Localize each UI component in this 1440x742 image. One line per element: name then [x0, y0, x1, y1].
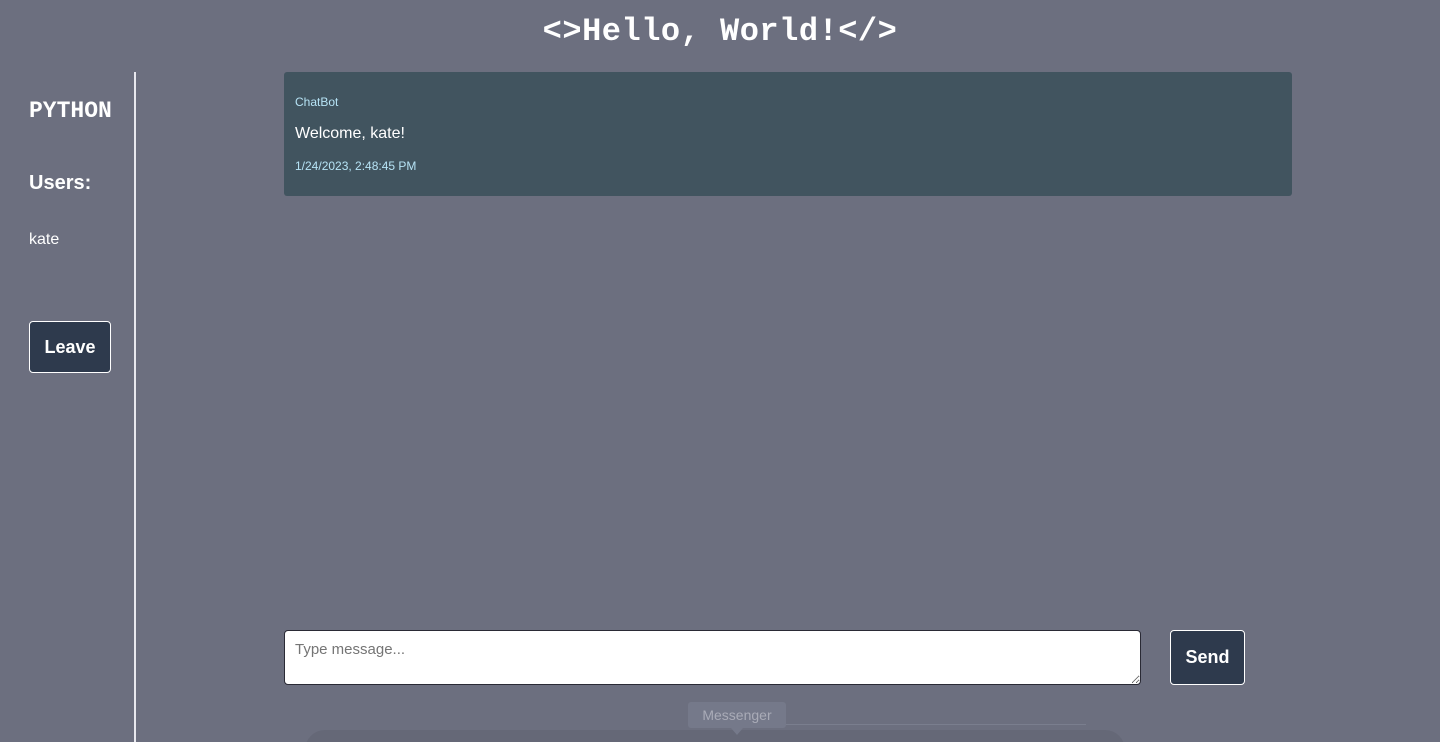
sidebar: PYTHON Users: kate Leave	[0, 72, 136, 742]
user-list-item: kate	[29, 231, 60, 248]
message-input[interactable]	[284, 630, 1141, 685]
users-heading: Users:	[29, 172, 92, 194]
message-composer: Send	[284, 630, 1246, 685]
send-button[interactable]: Send	[1170, 630, 1245, 685]
app-title: <>Hello, World!</>	[542, 13, 898, 50]
leave-button[interactable]: Leave	[29, 321, 111, 373]
user-list: kate	[29, 230, 59, 250]
dock-divider	[786, 724, 1086, 725]
message-list: ChatBot Welcome, kate! 1/24/2023, 2:48:4…	[284, 72, 1292, 196]
messenger-tooltip: Messenger	[688, 702, 786, 728]
chat-page: <>Hello, World!</> PYTHON Users: kate Le…	[0, 0, 1440, 742]
message-text: Welcome, kate!	[295, 125, 405, 142]
dock-shadow	[305, 730, 1125, 742]
message-timestamp: 1/24/2023, 2:48:45 PM	[295, 159, 417, 173]
room-name: PYTHON	[29, 98, 112, 124]
tooltip-pointer-icon	[731, 728, 743, 735]
message-author: ChatBot	[295, 95, 339, 109]
message-item: ChatBot Welcome, kate! 1/24/2023, 2:48:4…	[284, 72, 1292, 196]
